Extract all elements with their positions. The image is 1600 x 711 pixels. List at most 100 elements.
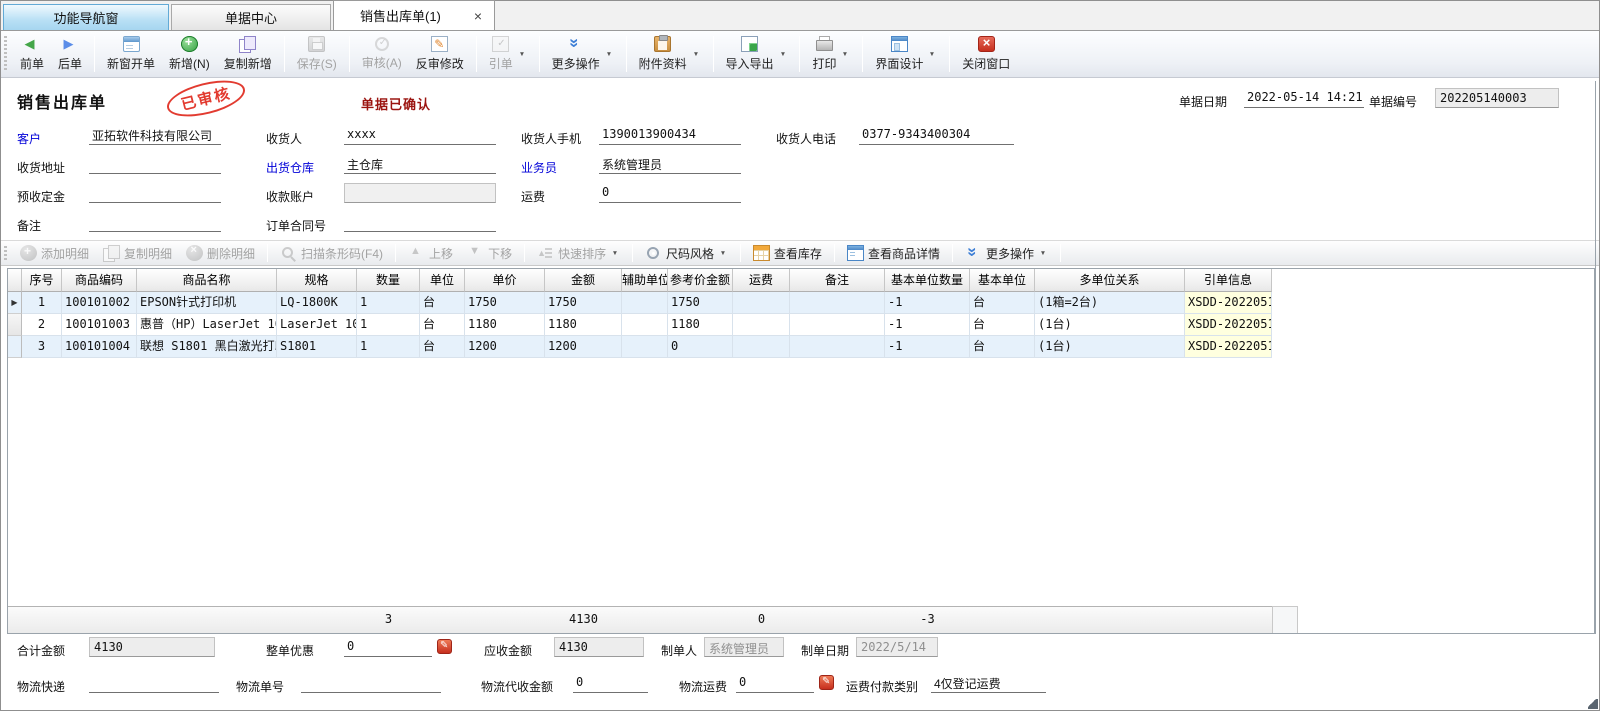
address-field[interactable] — [89, 155, 221, 174]
freight-edit-icon[interactable] — [819, 675, 834, 690]
warehouse-field[interactable]: 主仓库 — [344, 155, 496, 174]
receiver-phone-field[interactable]: 0377-9343400304 — [859, 126, 1014, 145]
column-header[interactable]: 引单信息 — [1185, 269, 1272, 292]
table-cell[interactable]: 台 — [970, 314, 1035, 336]
column-header[interactable]: 金额 — [545, 269, 622, 292]
table-cell[interactable]: 100101002 — [62, 292, 137, 314]
table-cell[interactable]: 1180 — [668, 314, 733, 336]
table-cell[interactable] — [790, 336, 885, 358]
column-header[interactable]: 基本单位 — [970, 269, 1035, 292]
salesman-label[interactable]: 业务员 — [521, 159, 557, 176]
table-cell[interactable]: 1 — [357, 292, 420, 314]
freight-pay-type-field[interactable]: 4仅登记运费 — [931, 674, 1046, 693]
column-header[interactable]: 单价 — [465, 269, 545, 292]
toolbar-gripper[interactable] — [4, 36, 7, 72]
table-cell[interactable]: 台 — [970, 336, 1035, 358]
table-cell[interactable] — [733, 314, 790, 336]
row-selector[interactable] — [8, 314, 22, 336]
table-cell[interactable]: 惠普（HP）LaserJet 1020 — [137, 314, 277, 336]
logistics-no-field[interactable] — [301, 674, 441, 693]
table-cell[interactable]: 1 — [357, 336, 420, 358]
table-cell[interactable]: 联想 S1801 黑白激光打印 — [137, 336, 277, 358]
table-cell[interactable]: 2 — [22, 314, 62, 336]
dropdown-arrow-icon[interactable]: ▼ — [612, 249, 618, 256]
button-更多操作[interactable]: 更多操作▼ — [959, 244, 1054, 263]
table-cell[interactable]: (1箱=2台) — [1035, 292, 1185, 314]
table-cell[interactable] — [790, 314, 885, 336]
remark-field[interactable] — [89, 213, 221, 232]
table-cell[interactable]: 台 — [420, 292, 465, 314]
table-cell[interactable]: 100101004 — [62, 336, 137, 358]
row-selector[interactable] — [8, 336, 22, 358]
column-header[interactable]: 规格 — [277, 269, 357, 292]
dropdown-arrow-icon[interactable]: ▼ — [720, 249, 726, 256]
table-cell[interactable]: 1750 — [545, 292, 622, 314]
button-新窗开单[interactable]: 新窗开单 — [101, 34, 161, 74]
warehouse-label[interactable]: 出货仓库 — [266, 159, 314, 176]
column-header[interactable]: 辅助单位 — [622, 269, 668, 292]
table-cell[interactable] — [733, 292, 790, 314]
row-selector[interactable]: ▶ — [8, 292, 22, 314]
table-cell[interactable]: -1 — [885, 336, 970, 358]
button-打印[interactable]: 打印▼ — [806, 34, 856, 74]
table-cell[interactable]: 1750 — [668, 292, 733, 314]
table-cell[interactable]: S1801 — [277, 336, 357, 358]
button-关闭窗口[interactable]: 关闭窗口 — [956, 34, 1016, 74]
column-header[interactable]: 基本单位数量 — [885, 269, 970, 292]
table-cell[interactable] — [733, 336, 790, 358]
dropdown-arrow-icon[interactable]: ▼ — [779, 50, 785, 57]
table-cell[interactable]: 1 — [22, 292, 62, 314]
customer-field[interactable]: 亚拓软件科技有限公司 — [89, 126, 221, 145]
column-header[interactable]: 商品名称 — [137, 269, 277, 292]
table-cell[interactable]: 1200 — [545, 336, 622, 358]
tab-function-nav[interactable]: 功能导航窗 — [3, 4, 169, 30]
table-cell[interactable]: 1180 — [465, 314, 545, 336]
button-后单[interactable]: 后单 — [52, 34, 88, 74]
button-更多操作[interactable]: 更多操作▼ — [546, 34, 620, 74]
dropdown-arrow-icon[interactable]: ▼ — [605, 50, 611, 57]
button-导入导出[interactable]: 导入导出▼ — [720, 34, 794, 74]
receiver-mobile-field[interactable]: 1390013900434 — [599, 126, 741, 145]
button-尺码风格[interactable]: 尺码风格▼ — [639, 244, 734, 263]
table-cell[interactable] — [790, 292, 885, 314]
table-cell[interactable]: (1台) — [1035, 314, 1185, 336]
dropdown-arrow-icon[interactable]: ▼ — [929, 50, 935, 57]
logistics-field[interactable] — [89, 674, 219, 693]
column-header[interactable]: 备注 — [790, 269, 885, 292]
column-header[interactable]: 序号 — [22, 269, 62, 292]
contract-no-field[interactable] — [344, 213, 496, 232]
table-cell[interactable]: 台 — [420, 336, 465, 358]
dropdown-arrow-icon[interactable]: ▼ — [842, 50, 848, 57]
table-cell[interactable]: 100101003 — [62, 314, 137, 336]
close-tab-icon[interactable]: × — [472, 9, 484, 23]
table-cell[interactable]: XSDD-2022051 — [1185, 336, 1272, 358]
tab-sales-outbound[interactable]: 销售出库单(1) × — [333, 0, 495, 30]
cod-amount-field[interactable]: 0 — [573, 674, 648, 693]
button-反审修改[interactable]: 反审修改 — [410, 34, 470, 74]
table-cell[interactable]: 1 — [357, 314, 420, 336]
logistics-freight-field[interactable]: 0 — [736, 674, 814, 693]
doc-date-field[interactable]: 2022-05-14 14:21 — [1244, 89, 1364, 108]
table-cell[interactable]: 1180 — [545, 314, 622, 336]
button-界面设计[interactable]: 界面设计▼ — [869, 34, 943, 74]
table-cell[interactable] — [622, 336, 668, 358]
table-cell[interactable]: EPSON针式打印机 — [137, 292, 277, 314]
discount-field[interactable]: 0 — [344, 638, 432, 657]
dropdown-arrow-icon[interactable]: ▼ — [518, 50, 524, 57]
button-新增(N)[interactable]: 新增(N) — [163, 34, 216, 74]
table-cell[interactable]: XSDD-2022051 — [1185, 314, 1272, 336]
tab-document-center[interactable]: 单据中心 — [171, 4, 331, 30]
table-cell[interactable]: 1750 — [465, 292, 545, 314]
button-查看商品详情[interactable]: 查看商品详情 — [841, 244, 946, 263]
customer-label[interactable]: 客户 — [17, 130, 41, 147]
table-cell[interactable] — [622, 314, 668, 336]
button-复制新增[interactable]: 复制新增 — [218, 34, 278, 74]
table-cell[interactable]: (1台) — [1035, 336, 1185, 358]
table-cell[interactable]: 台 — [420, 314, 465, 336]
table-cell[interactable] — [622, 292, 668, 314]
resize-grip[interactable] — [1588, 699, 1598, 709]
column-header[interactable]: 单位 — [420, 269, 465, 292]
table-cell[interactable]: -1 — [885, 314, 970, 336]
column-header[interactable]: 参考价金额 — [668, 269, 733, 292]
button-前单[interactable]: 前单 — [14, 34, 50, 74]
